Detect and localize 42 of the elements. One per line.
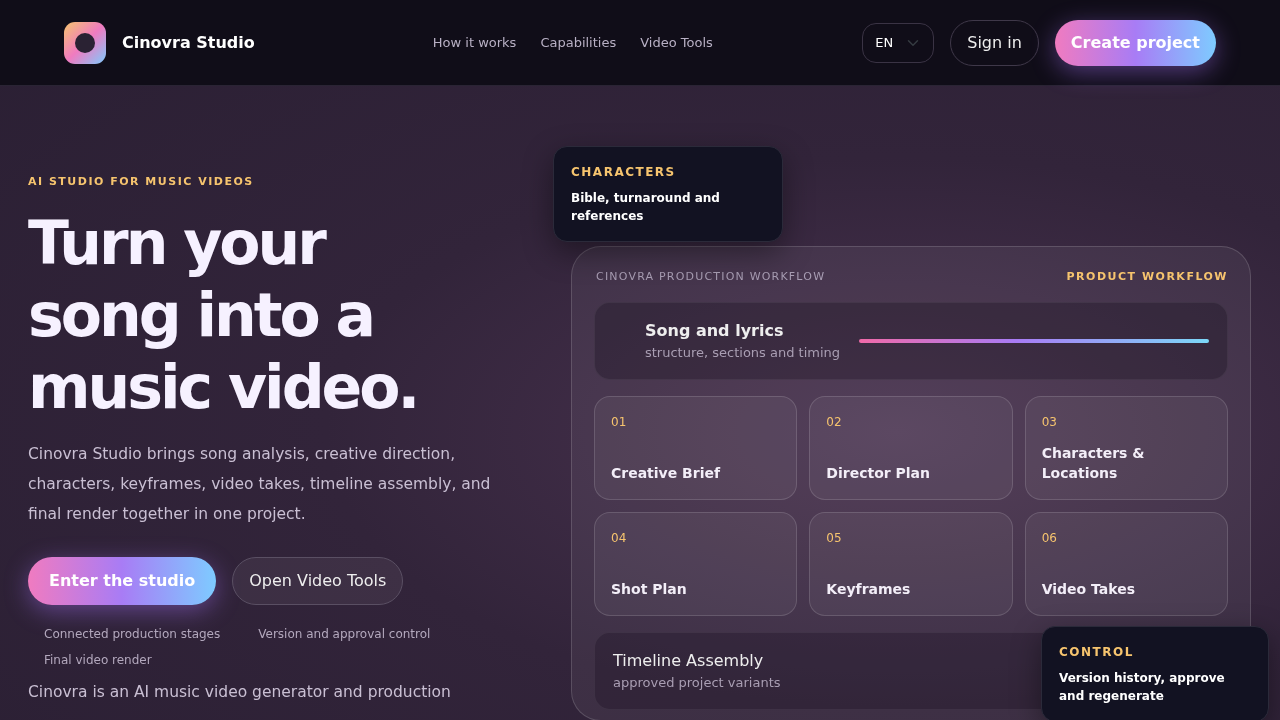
feature-text: Version and approval control [258, 625, 431, 643]
feature-text: Connected production stages [44, 625, 221, 643]
hero-description: Cinovra Studio brings song analysis, creative direction, characters, keyframes, video takes, timeline assembly, and final render together in one project. [28, 443, 492, 525]
eyebrow-text: AI STUDIO FOR MUSIC VIDEOS [28, 174, 255, 190]
stage-number: 05 [826, 529, 843, 547]
callout-title: CHARACTERS [571, 164, 677, 181]
stage-card[interactable]: 04 Shot Plan [594, 511, 798, 616]
nav-link[interactable]: Capabilities [540, 32, 617, 53]
stage-title: Creative Brief [611, 463, 722, 483]
logo-icon[interactable] [64, 21, 106, 64]
stage-card[interactable]: 02 Director Plan [809, 395, 1013, 500]
row-title: Song and lyrics [645, 319, 785, 342]
callout-title: CONTROL [1059, 644, 1135, 661]
callout-text: Version history, approve and regenerate [1059, 670, 1226, 705]
stage-title: Keyframes [826, 579, 912, 599]
stage-number: 04 [611, 529, 628, 547]
row-subtitle: approved project variants [613, 673, 781, 692]
stage-title: Characters & Locations [1041, 443, 1146, 483]
stage-number: 03 [1041, 413, 1058, 431]
nav-link[interactable]: Video Tools [640, 32, 713, 53]
language-select[interactable]: EN [862, 22, 935, 63]
stage-title: Director Plan [826, 463, 931, 483]
panel-label: CINOVRA PRODUCTION WORKFLOW [596, 269, 826, 285]
hero-heading: Turn your song into a music video. [28, 206, 419, 423]
panel-tag: PRODUCT WORKFLOW [1066, 269, 1228, 286]
stage-title: Video Takes [1041, 579, 1136, 599]
brand-name[interactable]: Cinovra Studio [122, 30, 255, 55]
stage-card[interactable]: 01 Creative Brief [594, 395, 798, 500]
row-subtitle: structure, sections and timing [645, 343, 841, 362]
nav-link[interactable]: How it works [432, 32, 517, 53]
row-title: Timeline Assembly [613, 649, 765, 672]
intro-text: Cinovra is an AI music video generator and production [28, 681, 452, 703]
stage-number: 02 [826, 413, 843, 431]
stage-title: Shot Plan [611, 579, 688, 599]
stage-number: 01 [611, 413, 628, 431]
stage-card[interactable]: 05 Keyframes [809, 511, 1013, 616]
stage-card[interactable]: 06 Video Takes [1024, 511, 1228, 616]
secondary-button[interactable]: Open Video Tools [232, 556, 404, 605]
stage-card[interactable]: 03 Characters & Locations [1024, 395, 1228, 500]
feature-text: Final video render [44, 651, 152, 669]
callout-text: Bible, turnaround and references [571, 190, 721, 225]
stage-number: 06 [1041, 529, 1058, 547]
